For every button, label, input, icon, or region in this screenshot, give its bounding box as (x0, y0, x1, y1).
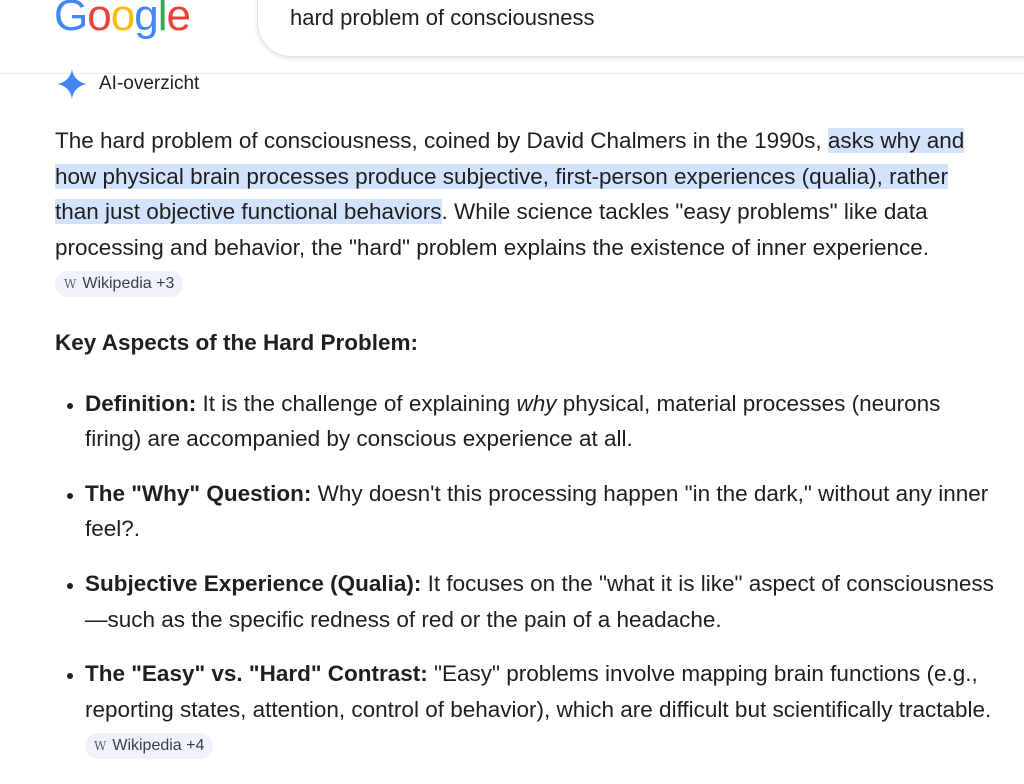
logo-letter: e (166, 0, 191, 40)
bullet-emphasis: why (516, 390, 557, 416)
bullet-text: It is the challenge of explaining (196, 390, 517, 416)
ai-overview-header: AI-overzicht (56, 68, 199, 100)
bullet-term: Definition: (85, 390, 197, 416)
wikipedia-icon: W (64, 277, 77, 292)
search-box[interactable] (257, 0, 1024, 57)
intro-text: The hard problem of consciousness, coine… (55, 128, 828, 153)
logo-letter: g (134, 0, 159, 40)
logo-letter: o (110, 0, 136, 40)
source-chip[interactable]: W Wikipedia +3 (55, 271, 184, 298)
bullet-term: Subjective Experience (Qualia): (85, 570, 422, 596)
gemini-spark-icon (56, 68, 88, 100)
source-chip-label: Wikipedia +3 (82, 275, 175, 293)
logo-letter: o (87, 0, 112, 40)
list-item: Subjective Experience (Qualia): It focus… (85, 566, 995, 637)
ai-overview-content: The hard problem of consciousness, coine… (55, 123, 995, 782)
intro-paragraph: The hard problem of consciousness, coine… (55, 123, 995, 301)
list-item: Definition: It is the challenge of expla… (85, 386, 995, 457)
source-chip-label: Wikipedia +4 (112, 737, 205, 755)
logo-letter: G (54, 0, 88, 40)
list-item: The "Easy" vs. "Hard" Contrast: "Easy" p… (85, 656, 995, 763)
key-aspects-heading: Key Aspects of the Hard Problem: (55, 329, 418, 355)
google-logo[interactable]: Google (54, 0, 191, 42)
top-bar: Google (0, 0, 1024, 73)
source-chip[interactable]: W Wikipedia +4 (85, 733, 214, 760)
wikipedia-icon: W (94, 739, 107, 754)
search-input[interactable] (288, 4, 992, 32)
ai-overview-title: AI-overzicht (99, 73, 200, 94)
bullet-term: The "Why" Question: (85, 480, 312, 506)
list-item: The "Why" Question: Why doesn't this pro… (85, 476, 995, 547)
key-aspects-list: Definition: It is the challenge of expla… (55, 386, 995, 763)
bullet-term: The "Easy" vs. "Hard" Contrast: (85, 661, 428, 687)
